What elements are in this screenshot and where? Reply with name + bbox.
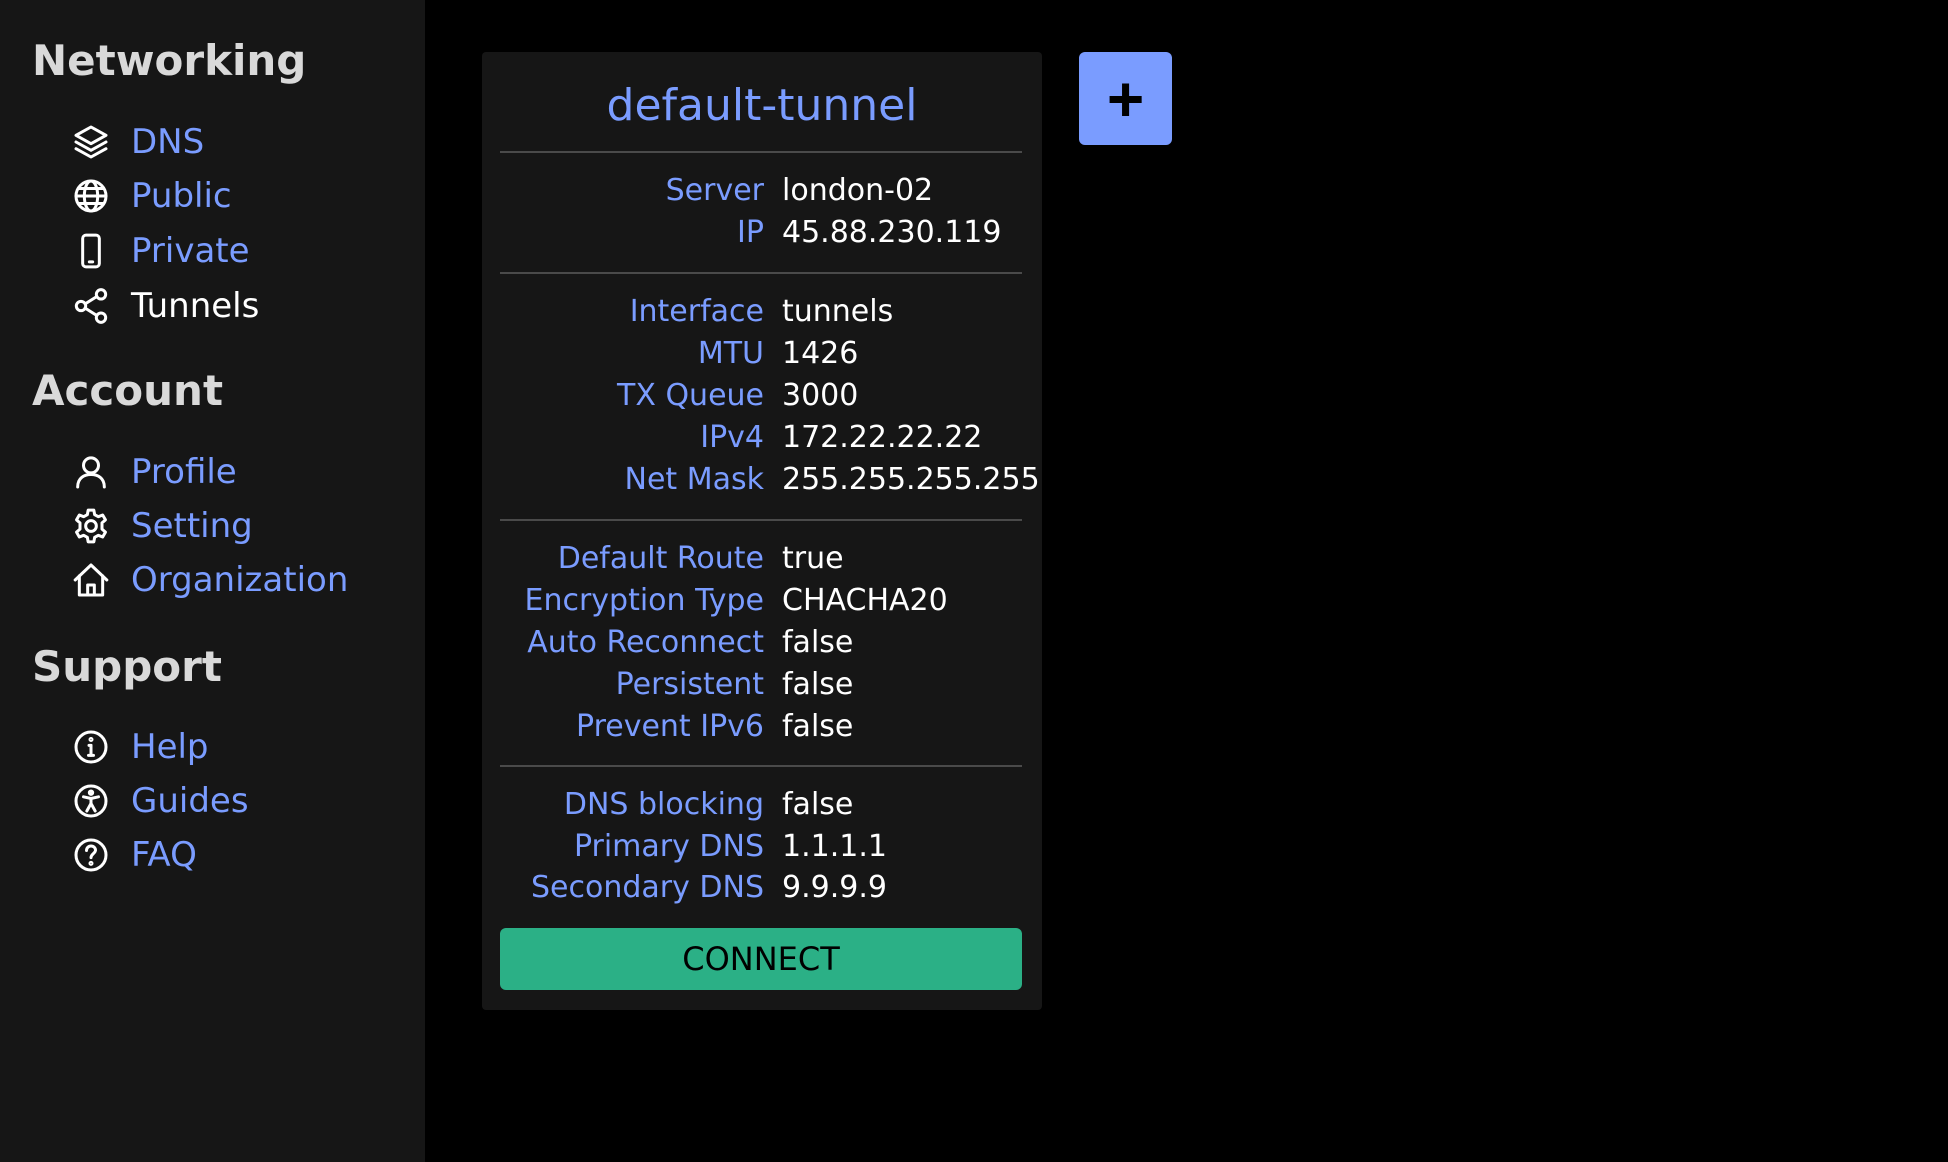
sidebar: Networking DNS Public Private Tunnels Ac… xyxy=(0,0,425,1162)
detail-row-interface: Interface tunnels xyxy=(482,291,1042,333)
detail-row-ipv4: IPv4 172.22.22.22 xyxy=(482,417,1042,459)
detail-value: false xyxy=(782,625,854,660)
detail-value: 1.1.1.1 xyxy=(782,829,887,864)
divider xyxy=(500,272,1022,274)
sidebar-item-setting[interactable]: Setting xyxy=(68,503,253,549)
section-title-account: Account xyxy=(32,366,224,415)
house-icon xyxy=(68,557,114,603)
sidebar-item-help[interactable]: Help xyxy=(68,724,209,770)
detail-key: MTU xyxy=(697,336,764,371)
sidebar-item-public[interactable]: Public xyxy=(68,173,232,219)
detail-key: Prevent IPv6 xyxy=(576,709,764,744)
detail-value: 255.255.255.255 xyxy=(782,462,1040,497)
sidebar-item-label: Setting xyxy=(131,506,253,546)
detail-row-primary-dns: Primary DNS 1.1.1.1 xyxy=(482,826,1042,868)
detail-key: Net Mask xyxy=(624,462,764,497)
tunnel-name: default-tunnel xyxy=(606,80,918,131)
sidebar-item-private[interactable]: Private xyxy=(68,228,250,274)
detail-value: 172.22.22.22 xyxy=(782,420,983,455)
sidebar-item-dns[interactable]: DNS xyxy=(68,119,204,165)
accessibility-icon xyxy=(68,778,114,824)
sidebar-item-label: Tunnels xyxy=(131,286,260,326)
detail-value: false xyxy=(782,667,854,702)
divider xyxy=(500,151,1022,153)
detail-key: DNS blocking xyxy=(563,787,764,822)
info-icon xyxy=(68,724,114,770)
sidebar-item-label: Guides xyxy=(131,781,249,821)
tunnel-card: default-tunnel Server london-02 IP 45.88… xyxy=(482,52,1042,1010)
sidebar-item-tunnels[interactable]: Tunnels xyxy=(68,283,259,329)
connect-button[interactable]: CONNECT xyxy=(500,928,1022,990)
sidebar-item-profile[interactable]: Profile xyxy=(68,449,237,495)
detail-key: Interface xyxy=(629,294,764,329)
detail-value: london-02 xyxy=(782,173,934,208)
detail-row-tx-queue: TX Queue 3000 xyxy=(482,375,1042,417)
detail-row-mtu: MTU 1426 xyxy=(482,333,1042,375)
detail-key: Secondary DNS xyxy=(531,870,764,905)
detail-row-net-mask: Net Mask 255.255.255.255 xyxy=(482,459,1042,501)
detail-value: CHACHA20 xyxy=(782,583,948,618)
detail-row-encryption-type: Encryption Type CHACHA20 xyxy=(482,580,1042,622)
detail-row-auto-reconnect: Auto Reconnect false xyxy=(482,622,1042,664)
sidebar-item-label: Help xyxy=(131,727,209,767)
add-tunnel-button[interactable]: + xyxy=(1079,52,1172,145)
detail-key: Persistent xyxy=(615,667,764,702)
detail-row-persistent: Persistent false xyxy=(482,664,1042,706)
layers-icon xyxy=(68,119,114,165)
detail-key: Primary DNS xyxy=(573,829,764,864)
detail-key: Encryption Type xyxy=(524,583,764,618)
detail-value: 1426 xyxy=(782,336,859,371)
share-icon xyxy=(68,283,114,329)
detail-row-secondary-dns: Secondary DNS 9.9.9.9 xyxy=(482,867,1042,909)
section-title-support: Support xyxy=(32,642,222,691)
divider xyxy=(500,765,1022,767)
detail-value: false xyxy=(782,709,854,744)
divider xyxy=(500,519,1022,521)
app: Networking DNS Public Private Tunnels Ac… xyxy=(0,0,1948,1162)
sidebar-item-label: Profile xyxy=(131,452,237,492)
sidebar-item-label: Public xyxy=(131,176,232,216)
detail-row-prevent-ipv6: Prevent IPv6 false xyxy=(482,706,1042,748)
gear-icon xyxy=(68,503,114,549)
phone-icon xyxy=(68,228,114,274)
detail-key: IP xyxy=(737,215,764,250)
detail-key: IPv4 xyxy=(700,420,764,455)
detail-row-ip: IP 45.88.230.119 xyxy=(482,212,1042,254)
sidebar-item-label: Organization xyxy=(131,560,349,600)
detail-row-server: Server london-02 xyxy=(482,170,1042,212)
sidebar-item-label: DNS xyxy=(131,122,205,162)
detail-key: Server xyxy=(665,173,764,208)
sidebar-item-guides[interactable]: Guides xyxy=(68,778,249,824)
detail-key: Default Route xyxy=(557,541,764,576)
sidebar-item-organization[interactable]: Organization xyxy=(68,557,348,603)
detail-value: 45.88.230.119 xyxy=(782,215,1002,250)
plus-icon: + xyxy=(1106,62,1145,135)
sidebar-item-label: Private xyxy=(131,231,250,271)
detail-value: true xyxy=(782,541,844,576)
detail-key: Auto Reconnect xyxy=(527,625,764,660)
detail-key: TX Queue xyxy=(617,378,764,413)
sidebar-item-label: FAQ xyxy=(131,835,197,875)
detail-value: false xyxy=(782,787,854,822)
user-icon xyxy=(68,449,114,495)
detail-value: 9.9.9.9 xyxy=(782,870,887,905)
section-title-networking: Networking xyxy=(32,36,307,85)
detail-value: 3000 xyxy=(782,378,859,413)
detail-row-dns-blocking: DNS blocking false xyxy=(482,784,1042,826)
globe-icon xyxy=(68,173,114,219)
question-icon xyxy=(68,832,114,878)
detail-row-default-route: Default Route true xyxy=(482,538,1042,580)
detail-value: tunnels xyxy=(782,294,894,329)
sidebar-item-faq[interactable]: FAQ xyxy=(68,832,197,878)
